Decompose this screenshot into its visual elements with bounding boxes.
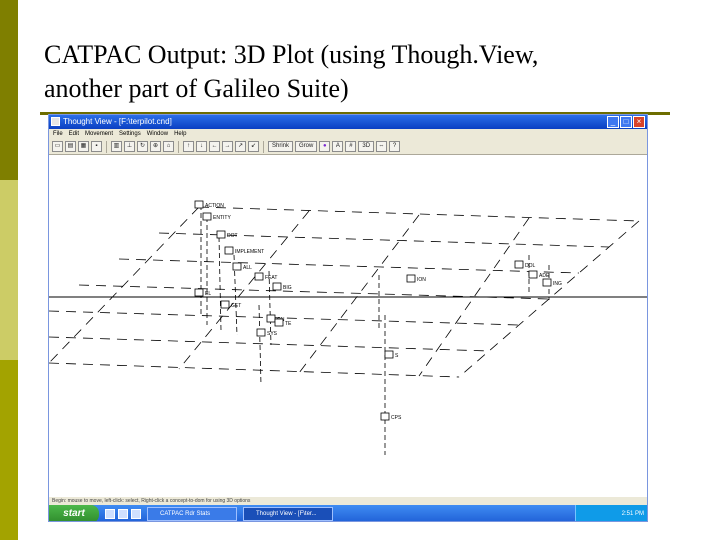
app-icon[interactable] [51,117,60,126]
zoom-icon[interactable]: ⊕ [150,141,161,152]
menu-help[interactable]: Help [174,129,186,139]
measure-icon[interactable]: ⇔ [376,141,388,152]
arrow-up-icon[interactable]: ↑ [183,141,194,152]
browser-icon[interactable] [105,509,115,519]
concept-label: ENTITY [213,215,231,221]
concept-label: DOL [525,263,536,269]
3d-plot-canvas[interactable]: ACTION ENTITY DOT IMPLEMENT ALL FEAT BIG EL GET I… [49,155,648,497]
menu-window[interactable]: Window [147,129,168,139]
plot-grid-line [298,214,420,374]
grow-button[interactable]: Grow [295,141,318,152]
toolbar-separator [106,140,107,153]
concept-label: S [395,353,399,359]
concept-node [274,318,284,327]
concept-node [266,314,276,323]
concept-label: ADE [539,273,550,279]
concept-label: ING [553,281,562,287]
shrink-button[interactable]: Shrink [268,141,294,152]
concept-label: EL [205,291,211,297]
menu-bar: File Edit Movement Settings Window Help [49,129,647,139]
plot-grid-line [49,362,460,378]
menu-settings[interactable]: Settings [119,129,141,139]
concept-node [194,200,204,209]
concept-label: TE [285,321,292,327]
concept-label: FEAT [265,275,277,281]
menu-edit[interactable]: Edit [69,129,79,139]
plot-grid-line [118,258,580,274]
arrow-right-icon[interactable]: → [222,141,233,152]
start-button[interactable]: start [49,505,99,521]
menu-file[interactable]: File [53,129,63,139]
concept-label: ION [417,277,426,283]
thoughtview-window: Thought View - [F:\terpilot.cnd] _ □ × F… [48,114,648,522]
label-icon[interactable]: A [332,141,344,152]
close-button[interactable]: × [633,116,645,128]
maximize-button[interactable]: □ [620,116,632,128]
window-titlebar[interactable]: Thought View - [F:\terpilot.cnd] _ □ × [49,115,647,129]
status-bar: Begin: mouse to move, left-click: select… [49,497,647,505]
concept-label: CPS [391,415,402,421]
windows-taskbar: start CATPAC Rdr Stats Thought View - [F… [49,505,647,521]
taskbar-item-catpac[interactable]: CATPAC Rdr Stats [147,507,237,521]
reset-icon[interactable]: ⌂ [163,141,174,152]
concept-label: DOT [227,233,238,239]
system-tray-clock: 2:51 PM [575,505,647,521]
concept-label: SYS [267,331,278,337]
print-icon[interactable]: ▦ [78,141,89,152]
toolbar-separator [263,140,264,153]
toolbar: ▭ ▤ ▦ ▪ ▥ ⊥ ↻ ⊕ ⌂ ↑ ↓ ← → ↗ ↙ Shrink Gro… [49,139,647,155]
concept-node [514,260,524,269]
new-file-icon[interactable]: ▭ [52,141,63,152]
plot-grid-line [49,336,490,352]
slide-title-line-1: CATPAC Output: 3D Plot (using Though.Vie… [44,40,539,69]
concept-node [224,246,234,255]
concept-node [194,288,204,297]
help-icon[interactable]: ? [389,141,401,152]
save-icon[interactable]: ▪ [91,141,102,152]
slide-accent-bar-middle [0,180,18,360]
concept-node [384,350,394,359]
concept-node [254,272,264,281]
rotate-icon[interactable]: ↻ [137,141,148,152]
concept-node [202,212,212,221]
concept-node [528,270,538,279]
grid-icon[interactable]: # [345,141,357,152]
chart-icon[interactable]: ▥ [111,141,122,152]
arrow-back-icon[interactable]: ↙ [248,141,259,152]
desktop-icon[interactable] [118,509,128,519]
concept-label: GET [231,303,241,309]
3d-toggle-button[interactable]: 3D [358,141,375,152]
arrow-left-icon[interactable]: ← [209,141,220,152]
taskbar-item-thoughtview[interactable]: Thought View - [F\ter... [243,507,333,521]
toolbar-separator [178,140,179,153]
media-icon[interactable] [131,509,141,519]
concept-node [542,278,552,287]
concept-node [232,262,242,271]
concept-node [272,282,282,291]
slide-accent-bar-bottom [0,360,18,540]
slide-title: CATPAC Output: 3D Plot (using Though.Vie… [44,38,694,106]
slide-title-line-2: another part of Galileo Suite) [44,74,349,103]
3d-plot-area[interactable]: ACTION ENTITY DOT IMPLEMENT ALL FEAT BIG EL GET I… [49,155,648,497]
concept-label: IMPLEMENT [235,249,264,255]
concept-node [256,328,266,337]
window-title: Thought View - [F:\terpilot.cnd] [63,117,172,126]
slide-accent-bar-top [0,0,18,180]
color-icon[interactable]: ● [319,141,331,152]
open-folder-icon[interactable]: ▤ [65,141,76,152]
menu-movement[interactable]: Movement [85,129,113,139]
axes-icon[interactable]: ⊥ [124,141,135,152]
arrow-forward-icon[interactable]: ↗ [235,141,246,152]
concept-node [216,230,226,239]
concept-node [406,274,416,283]
concept-label: BIG [283,285,292,291]
concept-label: ALL [243,265,252,271]
quick-launch [105,509,141,519]
minimize-button[interactable]: _ [607,116,619,128]
concept-node [220,300,230,309]
concept-node [380,412,390,421]
arrow-down-icon[interactable]: ↓ [196,141,207,152]
plot-grid-line [198,206,640,222]
concept-label: ACTION [205,203,224,209]
